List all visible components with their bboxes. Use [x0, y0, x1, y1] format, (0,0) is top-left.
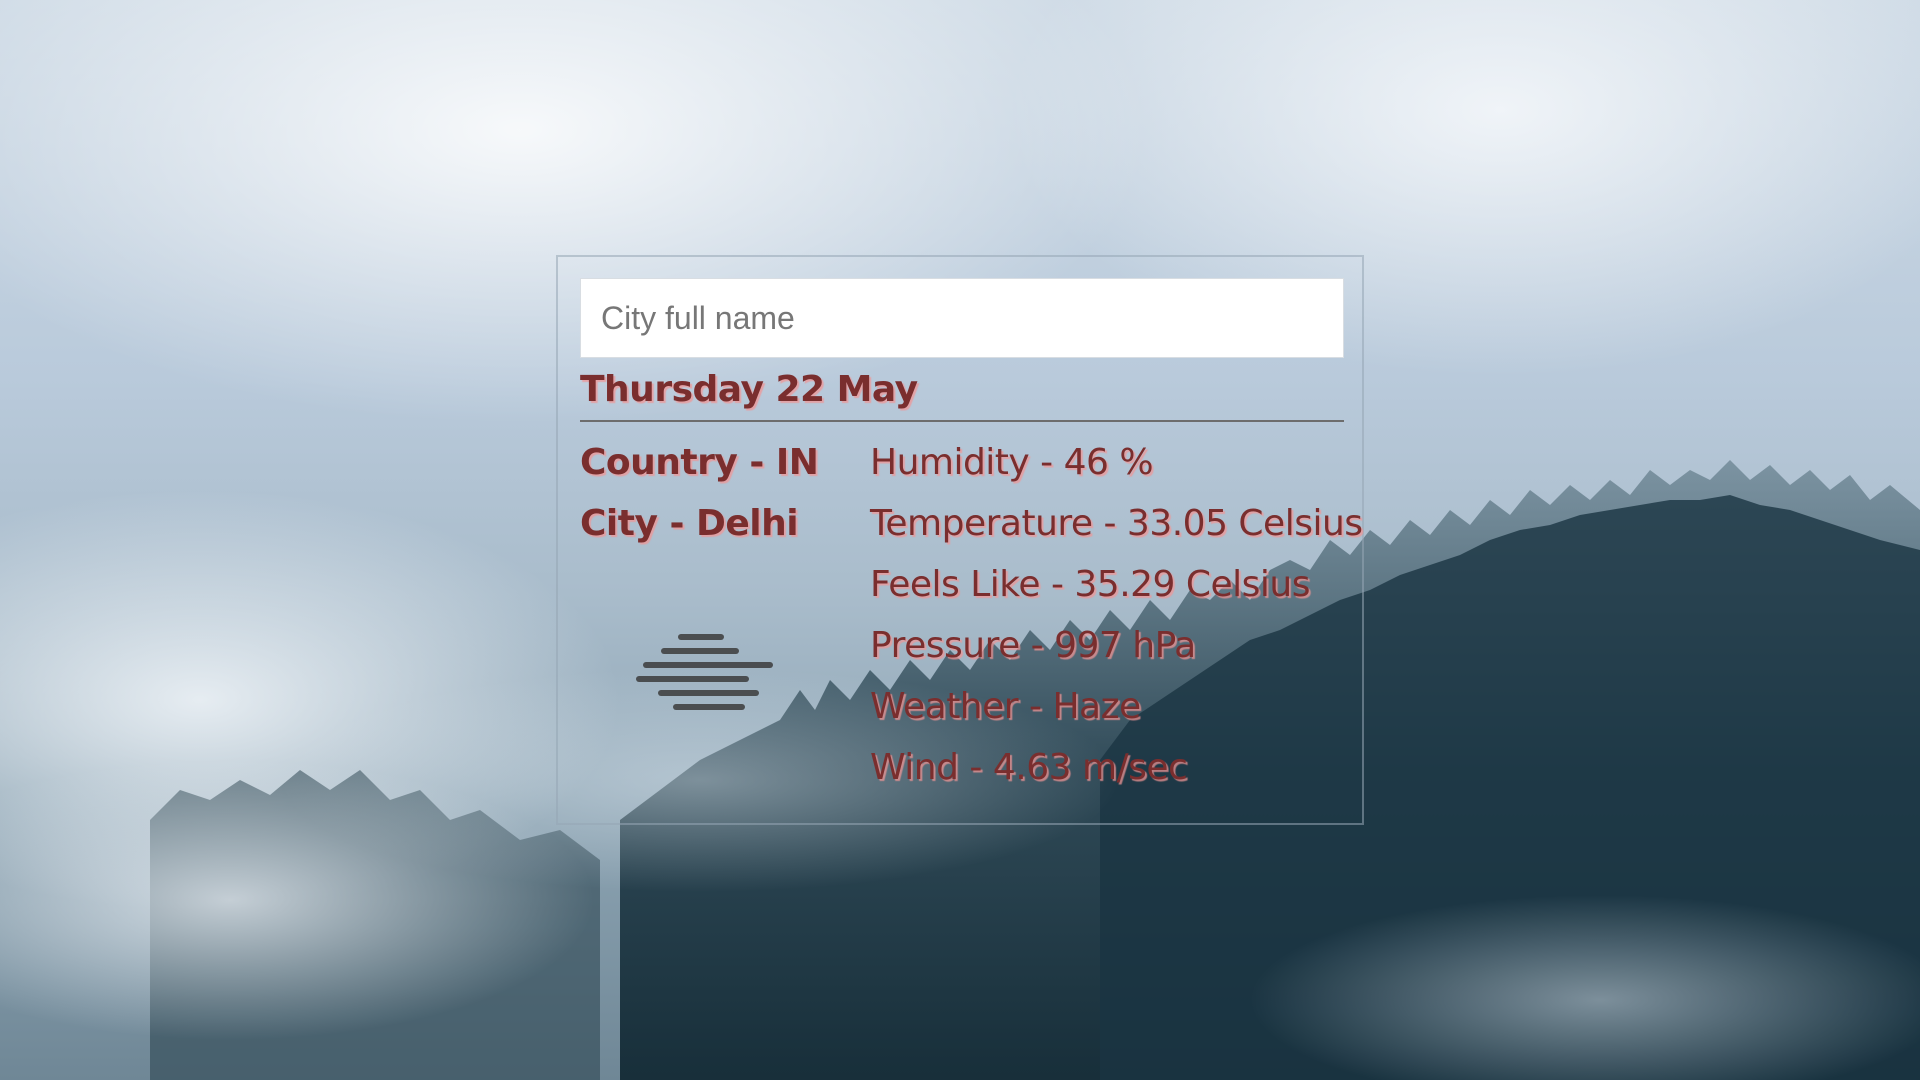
- location-info: Country - IN City - Delhi: [580, 432, 819, 554]
- city-label: City - Delhi: [580, 503, 799, 544]
- weather-details: Humidity - 46 % Temperature - 33.05 Cels…: [870, 432, 1363, 798]
- pressure-value: Pressure - 997 hPa: [870, 625, 1196, 666]
- humidity-value: Humidity - 46 %: [870, 442, 1154, 483]
- country-label: Country - IN: [580, 442, 819, 483]
- divider: [580, 420, 1344, 422]
- haze-icon: [636, 634, 773, 710]
- city-search-input[interactable]: [580, 278, 1344, 358]
- temperature-value: Temperature - 33.05 Celsius: [870, 503, 1363, 544]
- weather-condition: Weather - Haze: [870, 686, 1141, 727]
- weather-panel: Thursday 22 May Country - IN City - Delh…: [556, 255, 1364, 825]
- wind-value: Wind - 4.63 m/sec: [870, 747, 1188, 788]
- date-heading: Thursday 22 May: [580, 369, 918, 410]
- feels-like-value: Feels Like - 35.29 Celsius: [870, 564, 1311, 605]
